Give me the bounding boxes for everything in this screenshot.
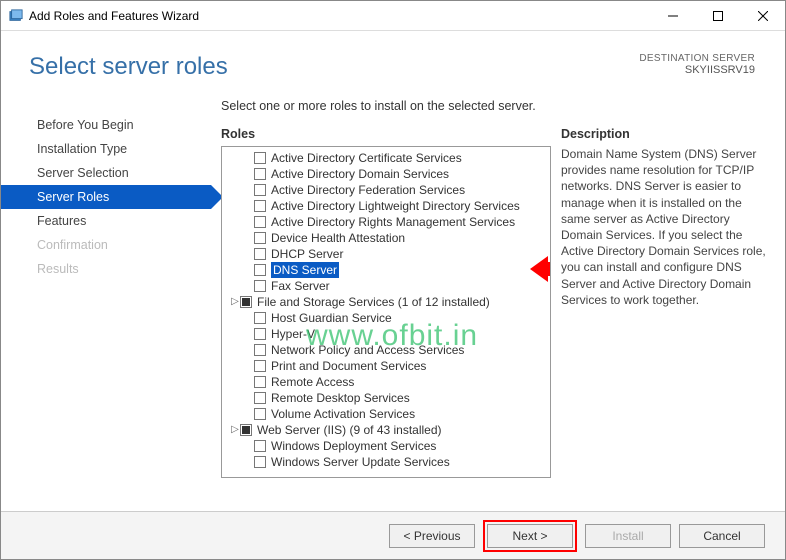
role-item[interactable]: Active Directory Lightweight Directory S… xyxy=(222,198,550,214)
destination-label: DESTINATION SERVER xyxy=(639,53,755,64)
wizard-step[interactable]: Before You Begin xyxy=(1,113,211,137)
role-checkbox[interactable] xyxy=(240,424,252,436)
expand-icon[interactable]: ▷ xyxy=(230,422,240,438)
page-title: Select server roles xyxy=(29,53,639,81)
wizard-step[interactable]: Installation Type xyxy=(1,137,211,161)
roles-heading: Roles xyxy=(221,127,551,141)
role-label: Volume Activation Services xyxy=(271,406,415,422)
description-column: Description Domain Name System (DNS) Ser… xyxy=(561,127,766,478)
role-item[interactable]: ▷ Web Server (IIS) (9 of 43 installed) xyxy=(222,422,550,438)
role-checkbox[interactable] xyxy=(254,376,266,388)
wizard-step: Confirmation xyxy=(1,233,211,257)
role-item[interactable]: Print and Document Services xyxy=(222,358,550,374)
role-checkbox[interactable] xyxy=(240,296,252,308)
role-label: File and Storage Services (1 of 12 insta… xyxy=(257,294,490,310)
footer: < Previous Next > Install Cancel xyxy=(1,511,785,559)
role-label: Active Directory Certificate Services xyxy=(271,150,462,166)
role-item[interactable]: Remote Desktop Services xyxy=(222,390,550,406)
role-label: Active Directory Lightweight Directory S… xyxy=(271,198,520,214)
role-checkbox[interactable] xyxy=(254,312,266,324)
role-item[interactable]: Active Directory Domain Services xyxy=(222,166,550,182)
cancel-button[interactable]: Cancel xyxy=(679,524,765,548)
role-item[interactable]: Device Health Attestation xyxy=(222,230,550,246)
role-label: Host Guardian Service xyxy=(271,310,392,326)
description-heading: Description xyxy=(561,127,766,141)
role-item[interactable]: Remote Access xyxy=(222,374,550,390)
role-label: Web Server (IIS) (9 of 43 installed) xyxy=(257,422,442,438)
wizard-step[interactable]: Server Selection xyxy=(1,161,211,185)
role-checkbox[interactable] xyxy=(254,360,266,372)
role-checkbox[interactable] xyxy=(254,344,266,356)
install-button[interactable]: Install xyxy=(585,524,671,548)
role-item[interactable]: Fax Server xyxy=(222,278,550,294)
role-checkbox[interactable] xyxy=(254,440,266,452)
role-item[interactable]: DHCP Server xyxy=(222,246,550,262)
role-label: Network Policy and Access Services xyxy=(271,342,464,358)
close-button[interactable] xyxy=(740,1,785,31)
role-checkbox[interactable] xyxy=(254,408,266,420)
role-checkbox[interactable] xyxy=(254,280,266,292)
body: Before You BeginInstallation TypeServer … xyxy=(1,99,785,509)
maximize-button[interactable] xyxy=(695,1,740,31)
description-text: Domain Name System (DNS) Server provides… xyxy=(561,146,766,308)
role-item[interactable]: Hyper-V xyxy=(222,326,550,342)
app-icon xyxy=(9,9,23,23)
role-label: Remote Access xyxy=(271,374,354,390)
role-checkbox[interactable] xyxy=(254,392,266,404)
role-label: Active Directory Rights Management Servi… xyxy=(271,214,515,230)
role-checkbox[interactable] xyxy=(254,216,266,228)
role-item[interactable]: Host Guardian Service xyxy=(222,310,550,326)
wizard-step: Results xyxy=(1,257,211,281)
role-checkbox[interactable] xyxy=(254,456,266,468)
role-label: DHCP Server xyxy=(271,246,343,262)
role-label: Remote Desktop Services xyxy=(271,390,410,406)
role-label: Fax Server xyxy=(271,278,330,294)
destination-block: DESTINATION SERVER SKYIISSRV19 xyxy=(639,53,755,76)
role-item[interactable]: Active Directory Federation Services xyxy=(222,182,550,198)
wizard-step[interactable]: Server Roles xyxy=(1,185,211,209)
role-item[interactable]: DNS Server xyxy=(222,262,550,278)
role-label: Active Directory Federation Services xyxy=(271,182,465,198)
roles-column: Roles Active Directory Certificate Servi… xyxy=(221,127,551,478)
window-title: Add Roles and Features Wizard xyxy=(29,9,650,23)
role-item[interactable]: Active Directory Certificate Services xyxy=(222,150,550,166)
role-checkbox[interactable] xyxy=(254,232,266,244)
role-label: Print and Document Services xyxy=(271,358,426,374)
instruction-text: Select one or more roles to install on t… xyxy=(221,99,777,113)
role-item[interactable]: Windows Server Update Services xyxy=(222,454,550,470)
window-controls xyxy=(650,1,785,30)
main-area: Select one or more roles to install on t… xyxy=(211,99,785,509)
role-checkbox[interactable] xyxy=(254,152,266,164)
next-button-highlight: Next > xyxy=(483,520,577,552)
role-checkbox[interactable] xyxy=(254,200,266,212)
previous-button[interactable]: < Previous xyxy=(389,524,475,548)
next-button[interactable]: Next > xyxy=(487,524,573,548)
role-label: DNS Server xyxy=(271,262,339,278)
role-checkbox[interactable] xyxy=(254,184,266,196)
wizard-steps: Before You BeginInstallation TypeServer … xyxy=(1,99,211,509)
role-label: Active Directory Domain Services xyxy=(271,166,449,182)
role-item[interactable]: Windows Deployment Services xyxy=(222,438,550,454)
role-item[interactable]: Network Policy and Access Services xyxy=(222,342,550,358)
destination-server: SKYIISSRV19 xyxy=(639,64,755,76)
roles-listbox[interactable]: Active Directory Certificate ServicesAct… xyxy=(221,146,551,478)
role-checkbox[interactable] xyxy=(254,168,266,180)
minimize-button[interactable] xyxy=(650,1,695,31)
role-item[interactable]: ▷ File and Storage Services (1 of 12 inst… xyxy=(222,294,550,310)
role-label: Device Health Attestation xyxy=(271,230,405,246)
role-label: Windows Deployment Services xyxy=(271,438,436,454)
titlebar: Add Roles and Features Wizard xyxy=(1,1,785,31)
role-checkbox[interactable] xyxy=(254,328,266,340)
expand-icon[interactable]: ▷ xyxy=(230,294,240,310)
role-checkbox[interactable] xyxy=(254,264,266,276)
role-item[interactable]: Volume Activation Services xyxy=(222,406,550,422)
wizard-step[interactable]: Features xyxy=(1,209,211,233)
role-label: Hyper-V xyxy=(271,326,315,342)
header: Select server roles DESTINATION SERVER S… xyxy=(1,31,785,99)
role-checkbox[interactable] xyxy=(254,248,266,260)
role-item[interactable]: Active Directory Rights Management Servi… xyxy=(222,214,550,230)
role-label: Windows Server Update Services xyxy=(271,454,450,470)
